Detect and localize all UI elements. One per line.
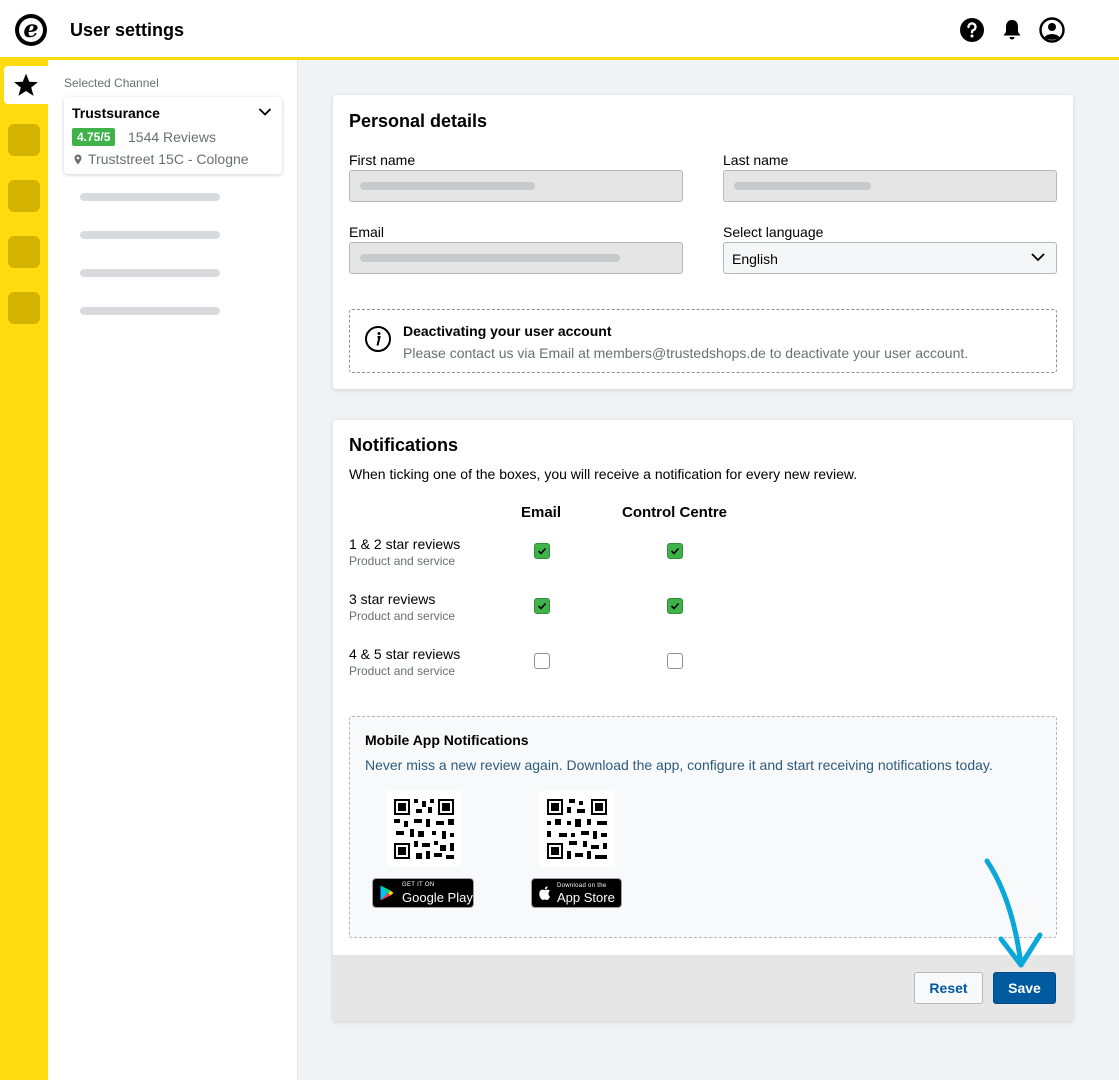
qr-code-ios (539, 791, 615, 867)
personal-details-title: Personal details (349, 111, 488, 131)
logo-icon[interactable]: e (15, 14, 47, 46)
app-store-big-text: App Store (557, 890, 615, 905)
channel-selector[interactable]: Trustsurance 4.75/5 1544 Reviews Trustst… (64, 97, 282, 174)
checkbox-email-3-star[interactable] (534, 598, 550, 614)
rail-item-reviews[interactable] (4, 66, 48, 104)
last-name-field[interactable] (723, 170, 1057, 202)
notifications-card: Notifications When ticking one of the bo… (333, 420, 1073, 1021)
row-title: 4 & 5 star reviews (349, 646, 461, 662)
app-store-button[interactable]: Download on the App Store (531, 878, 622, 908)
redacted-value (734, 182, 871, 190)
rating-badge: 4.75/5 (72, 128, 116, 146)
google-play-button[interactable]: GET IT ON Google Play (372, 878, 474, 908)
rail-item-4[interactable] (8, 236, 40, 268)
address-text: Truststreet 15C - Cologne (88, 151, 249, 167)
rail-item-3[interactable] (8, 180, 40, 212)
google-play-icon (380, 885, 394, 901)
mobile-app-text: Never miss a new review again. Download … (365, 757, 993, 773)
first-name-label: First name (349, 152, 416, 168)
skeleton-nav-item (80, 193, 220, 201)
page-title: User settings (70, 20, 185, 40)
skeleton-nav-item (80, 231, 220, 239)
selected-channel-label: Selected Channel (64, 76, 159, 90)
app-store-small-text: Download on the (557, 883, 607, 889)
info-icon (365, 326, 391, 352)
redacted-value (360, 182, 535, 190)
bell-icon[interactable] (999, 17, 1025, 43)
sidebar: Selected Channel Trustsurance 4.75/5 154… (48, 60, 298, 1080)
redacted-value (360, 254, 620, 262)
language-value: English (732, 251, 778, 267)
annotation-arrow (984, 858, 1043, 968)
email-field[interactable] (349, 242, 683, 274)
checkbox-control-centre-1-2-star[interactable] (667, 543, 683, 559)
location-pin-icon (74, 154, 82, 164)
checkbox-email-4-5-star[interactable] (534, 653, 550, 669)
checkbox-email-1-2-star[interactable] (534, 543, 550, 559)
channel-address: Truststreet 15C - Cologne (74, 151, 249, 167)
apple-icon (539, 886, 550, 900)
chevron-down-icon (1031, 253, 1045, 262)
skeleton-nav-item (80, 307, 220, 315)
chevron-down-icon (258, 108, 272, 116)
reset-button[interactable]: Reset (914, 972, 983, 1004)
row-subtitle: Product and service (349, 664, 456, 678)
review-count: 1544 Reviews (128, 129, 216, 145)
google-play-big-text: Google Play (402, 890, 473, 905)
language-select[interactable]: English (723, 242, 1057, 274)
save-button[interactable]: Save (993, 972, 1056, 1004)
deactivate-info-box: Deactivating your user account Please co… (349, 309, 1057, 373)
app-rail (0, 60, 48, 1080)
row-subtitle: Product and service (349, 609, 456, 623)
rail-item-2[interactable] (8, 124, 40, 156)
rail-item-5[interactable] (8, 292, 40, 324)
mobile-app-box: Mobile App Notifications Never miss a ne… (349, 716, 1057, 938)
email-label: Email (349, 224, 385, 240)
column-header-email: Email (521, 504, 562, 521)
qr-code-android (386, 791, 462, 867)
row-subtitle: Product and service (349, 554, 456, 568)
checkbox-control-centre-4-5-star[interactable] (667, 653, 683, 669)
personal-details-card: Personal details First name Last name Em… (333, 95, 1073, 389)
info-text: Please contact us via Email at members@t… (403, 345, 969, 361)
checkmark-icon (537, 547, 547, 555)
channel-name: Trustsurance (72, 105, 160, 121)
card-footer: Reset Save (333, 955, 1073, 1021)
checkmark-icon (670, 547, 680, 555)
help-icon[interactable] (959, 17, 985, 43)
row-title: 1 & 2 star reviews (349, 536, 461, 552)
account-icon[interactable] (1039, 17, 1065, 43)
column-header-control-centre: Control Centre (622, 504, 727, 521)
checkmark-icon (537, 602, 547, 610)
row-title: 3 star reviews (349, 591, 436, 607)
info-title: Deactivating your user account (403, 323, 612, 339)
notifications-title: Notifications (349, 435, 459, 455)
checkmark-icon (670, 602, 680, 610)
last-name-label: Last name (723, 152, 789, 168)
top-header: e User settings (0, 0, 1119, 60)
mobile-app-title: Mobile App Notifications (365, 732, 529, 748)
language-label: Select language (723, 224, 824, 240)
first-name-field[interactable] (349, 170, 683, 202)
google-play-small-text: GET IT ON (402, 882, 435, 888)
logo-letter: e (23, 14, 39, 43)
star-icon (14, 73, 38, 96)
checkbox-control-centre-3-star[interactable] (667, 598, 683, 614)
notifications-intro: When ticking one of the boxes, you will … (349, 466, 858, 482)
skeleton-nav-item (80, 269, 220, 277)
